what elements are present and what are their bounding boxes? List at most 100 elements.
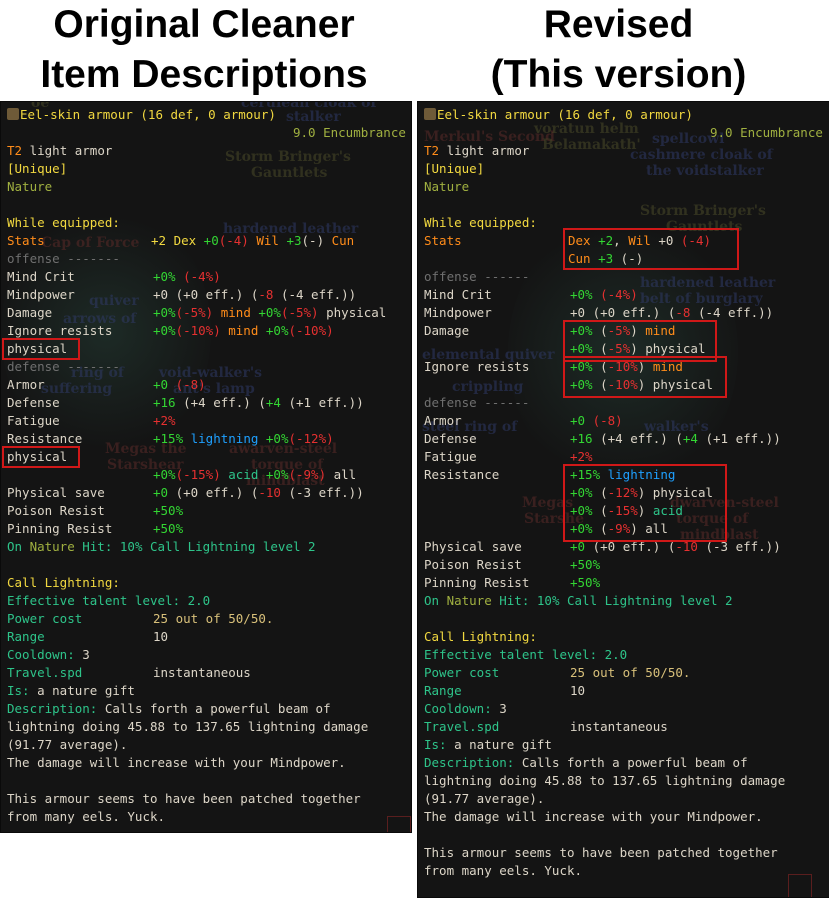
physical-save-values: +0 (+0 eff.) (-10 (-3 eff.)): [153, 484, 364, 502]
right-highlight-ignore-resists: [563, 356, 727, 398]
left-bg-item: stalker: [286, 109, 341, 125]
armor-value: +0: [153, 377, 169, 392]
armour-icon: [7, 108, 19, 120]
travel-speed-label: Travel.spd: [7, 665, 83, 680]
physical-save-value: +0: [153, 485, 169, 500]
travel-speed-value: instantaneous: [570, 719, 668, 734]
defense-divider: defense ------: [424, 395, 530, 410]
on-hit-effect: 10% Call Lightning level 2: [536, 593, 733, 608]
mindpower-label: Mindpower: [424, 305, 492, 320]
defense-label: Defense: [424, 431, 477, 446]
resistance-values: +15% lightning +0%(-12%): [153, 430, 334, 448]
description-row-3: (91.77 average).: [424, 791, 545, 806]
right-bg-item: Storm Bringer's: [640, 203, 766, 219]
right-heading-line-2: (This version): [490, 53, 747, 96]
resistance-label: Resistance: [424, 467, 500, 482]
range-label: Range: [424, 683, 462, 698]
ignore-physical-penalty: (-10%): [288, 323, 334, 338]
right-bg-item: hardened leather: [640, 275, 776, 291]
mindpower-values: +0 (+0 eff.) (-8 (-4 eff.)): [153, 286, 356, 304]
description-text-1: Calls forth a powerful beam of: [514, 755, 748, 770]
left-bg-item: quiver: [89, 293, 139, 309]
stats-label: Stats: [424, 233, 462, 248]
stat-dex: +2 Dex: [151, 233, 197, 248]
left-bg-item: Cap of Force: [41, 235, 140, 251]
pinning-resist-value: +50%: [570, 575, 601, 590]
damage-physical-penalty: (-5%): [280, 305, 319, 320]
flavor-text-1: This armour seems to have been patched t…: [424, 845, 778, 860]
armor-penalty: (-8): [592, 413, 623, 428]
flavor-text-2: from many eels. Yuck.: [7, 809, 166, 824]
poison-resist-value: +50%: [570, 557, 601, 572]
damage-mind-value: +0%: [153, 305, 176, 320]
stats-values: +2 Dex +0(-4) Wil +3(-) Cun: [151, 232, 354, 250]
talent-effective-level: Effective talent level: 2.0: [7, 593, 211, 608]
on-hit-label: Hit:: [491, 593, 537, 608]
mindpower-eff: (-4 eff.)): [690, 305, 774, 320]
mindpower-label: Mindpower: [7, 287, 75, 302]
travel-speed-value: instantaneous: [153, 665, 251, 680]
armor-label: Armor: [424, 413, 462, 428]
while-equipped: While equipped:: [424, 215, 537, 230]
stat-wil-value: +0: [196, 233, 219, 248]
ignore-mind-value: +0%: [153, 323, 176, 338]
right-bg-item: cashmere cloak of: [630, 147, 773, 163]
offense-divider: offense -------: [7, 251, 120, 266]
defense-eff: (+4 eff.) (: [175, 395, 266, 410]
right-bg-item: voratun helm: [534, 121, 639, 137]
stat-cun-value: +3: [278, 233, 302, 248]
right-heading-line-1: Revised: [543, 3, 694, 46]
right-highlight-stats: [563, 228, 739, 270]
right-bg-item: crippling: [452, 379, 524, 395]
physical-save-label: Physical save: [424, 539, 522, 554]
cooldown-label: Cooldown:: [7, 647, 75, 662]
defense-bonus-eff: (+1 eff.)): [697, 431, 781, 446]
on-hit-row: On Nature Hit: 10% Call Lightning level …: [7, 538, 316, 556]
resist-physical-penalty: (-12%): [288, 431, 334, 446]
stat-cun: Cun: [324, 233, 355, 248]
resist-physical-value: +0%: [265, 431, 289, 446]
left-heading: Original Cleaner Item Descriptions: [0, 0, 408, 100]
defense-bonus: +4: [265, 395, 281, 410]
cooldown-label: Cooldown:: [424, 701, 492, 716]
range-value: 10: [570, 683, 586, 698]
damage-physical: physical: [318, 305, 387, 320]
resist-lightning-value: +15%: [153, 431, 184, 446]
talent-name: Call Lightning:: [424, 629, 537, 644]
on-hit-row: On Nature Hit: 10% Call Lightning level …: [424, 592, 733, 610]
poison-resist-value: +50%: [153, 503, 184, 518]
on-hit-label: Hit:: [74, 539, 120, 554]
resist-all-penalty: (-9%): [288, 467, 327, 482]
mind-crit-values: +0% (-4%): [153, 268, 221, 286]
description-row-1: Description: Calls forth a powerful beam…: [424, 754, 748, 772]
defense-bonus: +4: [682, 431, 698, 446]
range-value: 10: [153, 629, 169, 644]
flavor-text-1: This armour seems to have been patched t…: [7, 791, 361, 806]
on-hit-prefix: On: [7, 539, 30, 554]
item-title: Eel-skin armour (16 def, 0 armour): [20, 107, 276, 122]
description-row-4: The damage will increase with your Mindp…: [7, 755, 346, 770]
item-title: Eel-skin armour (16 def, 0 armour): [437, 107, 693, 122]
mind-crit-penalty: (-4%): [183, 269, 221, 284]
defense-value: +16: [570, 431, 593, 446]
right-corner-ornament: [788, 874, 812, 897]
description-label: Description:: [424, 755, 515, 770]
mind-crit-value: +0%: [570, 287, 593, 302]
cooldown-row: Cooldown: 3: [7, 646, 90, 664]
armor-label: Armor: [7, 377, 45, 392]
school: Nature: [424, 179, 470, 194]
fatigue-label: Fatigue: [7, 413, 60, 428]
description-label: Description:: [7, 701, 98, 716]
is-label: Is:: [424, 737, 447, 752]
power-cost-label: Power cost: [424, 665, 500, 680]
tier: T2: [424, 143, 440, 158]
description-row-1: Description: Calls forth a powerful beam…: [7, 700, 331, 718]
school: Nature: [7, 179, 53, 194]
ignore-resists-values: +0%(-10%) mind +0%(-10%): [153, 322, 334, 340]
flavor-text-2: from many eels. Yuck.: [424, 863, 583, 878]
mindpower-penalty: -8: [258, 287, 274, 302]
left-bg-item: Storm Bringer's: [225, 149, 351, 165]
power-cost-label: Power cost: [7, 611, 83, 626]
armor-type: light armor: [446, 143, 530, 158]
pinning-resist-value: +50%: [153, 521, 184, 536]
